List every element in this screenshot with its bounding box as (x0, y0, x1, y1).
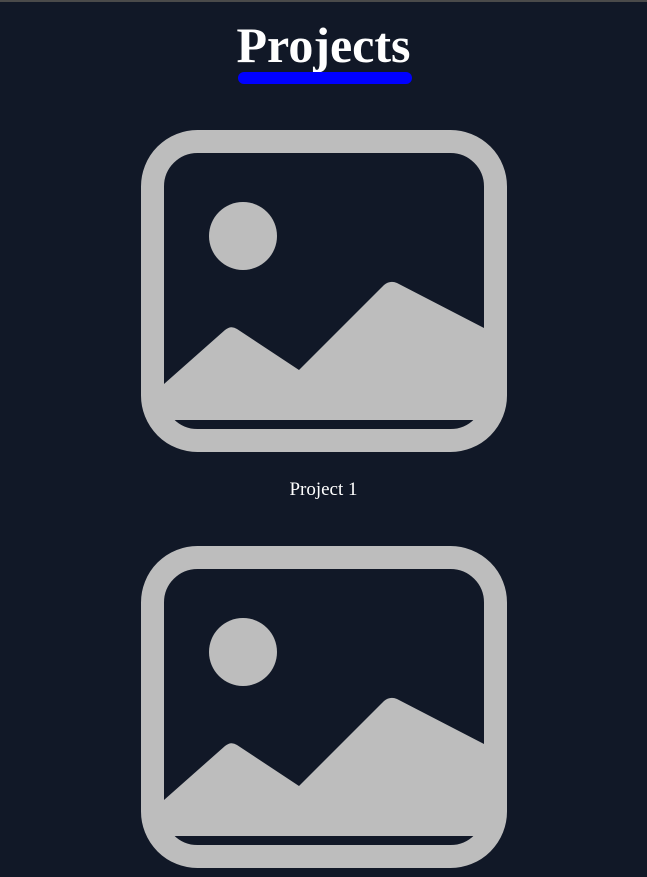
project-title[interactable]: Project 1 (0, 479, 647, 501)
image-placeholder-icon (141, 130, 507, 452)
title-underline (238, 72, 412, 84)
image-placeholder-icon (141, 546, 507, 868)
project-card-1[interactable] (141, 130, 507, 452)
page-title: Projects (236, 17, 411, 73)
project-card-2[interactable] (141, 546, 507, 868)
